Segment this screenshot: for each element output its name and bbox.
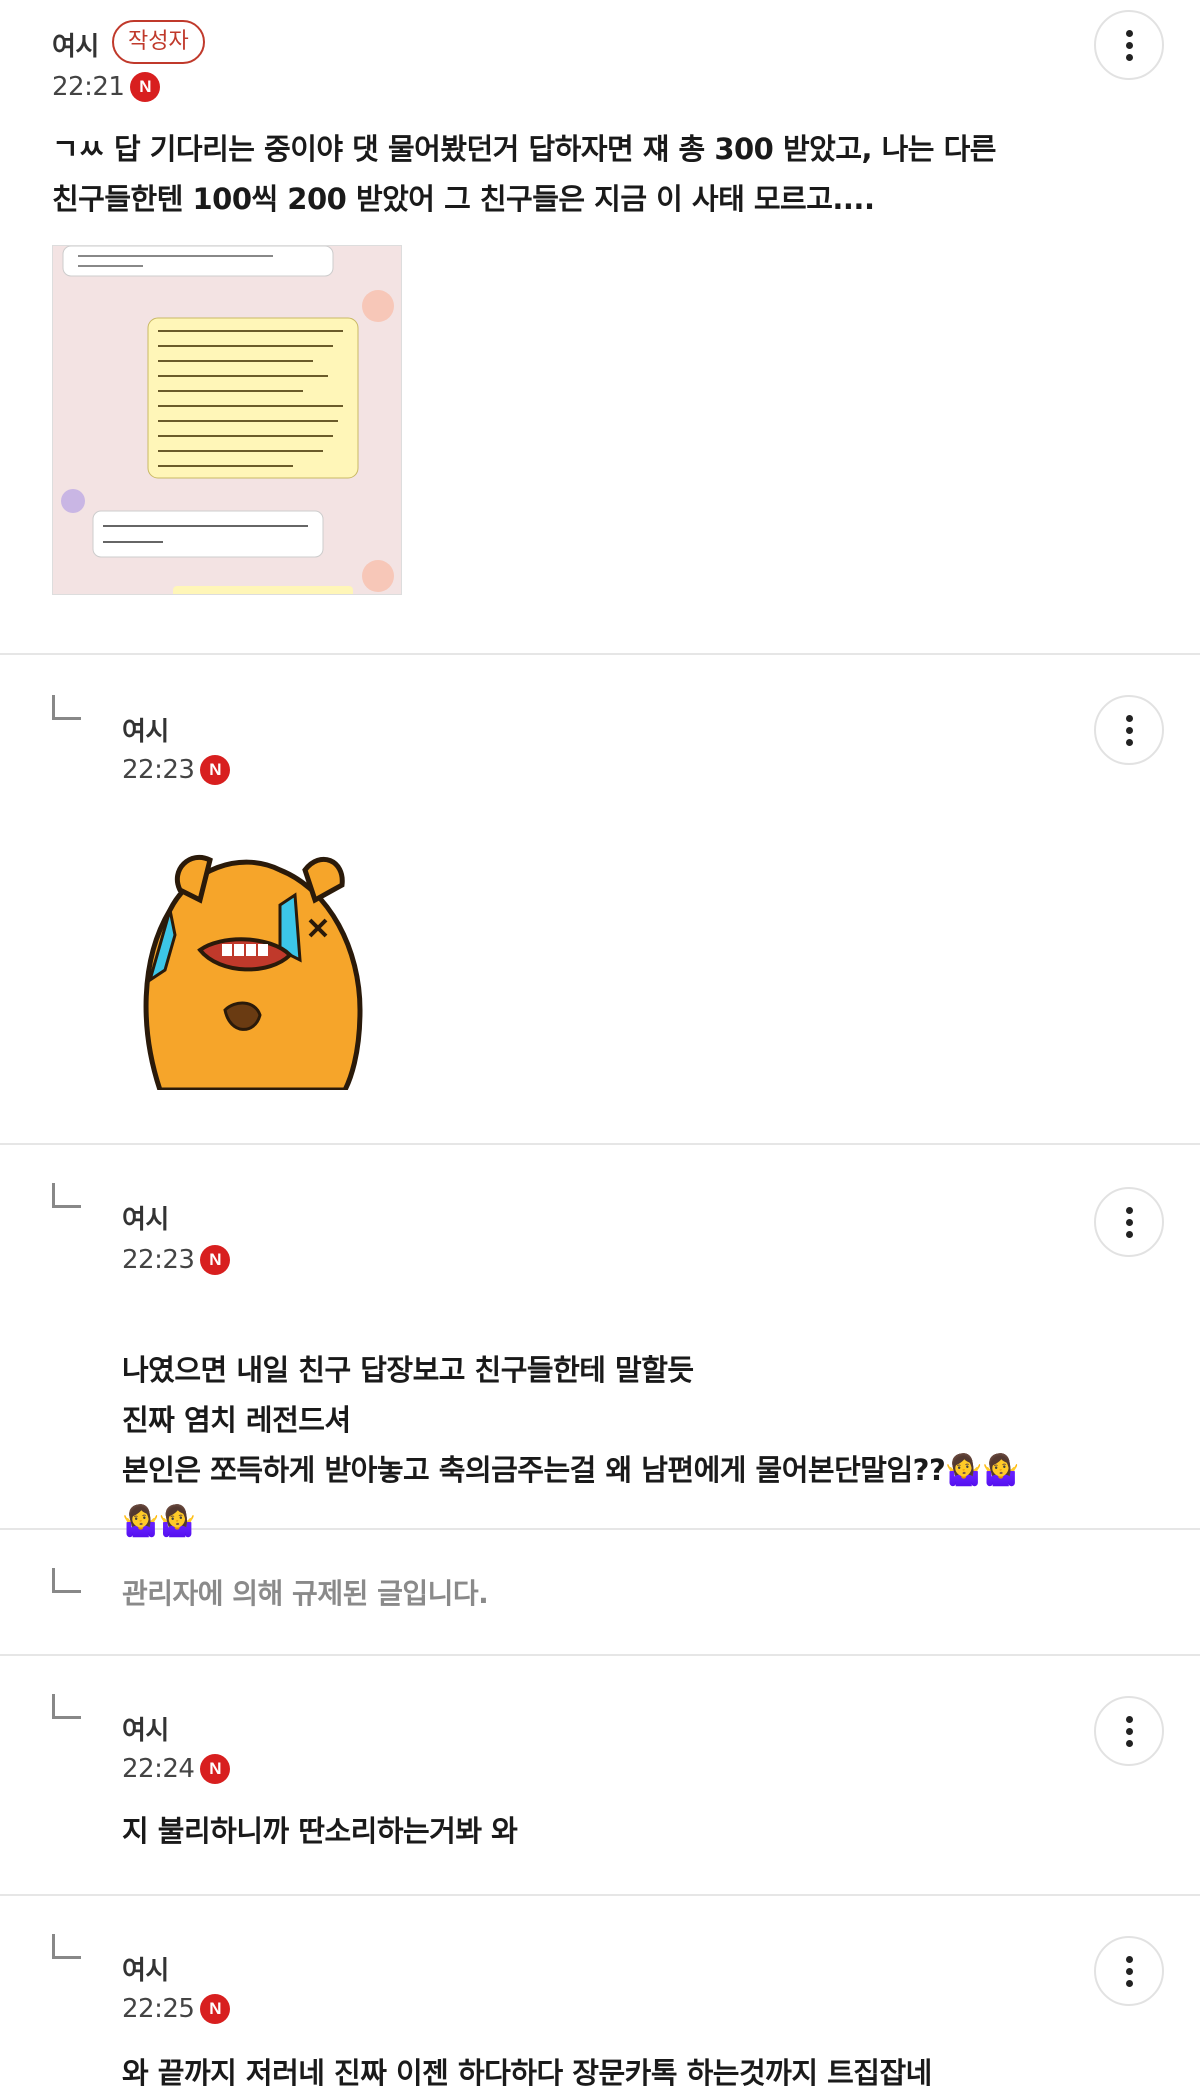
vertical-ellipsis-icon: [1125, 714, 1133, 722]
nickname[interactable]: 여시: [122, 1950, 169, 1987]
new-badge-icon: N: [200, 755, 231, 785]
timestamp: 22:23: [122, 1245, 195, 1275]
vertical-ellipsis-icon: [1125, 1206, 1133, 1214]
more-options-button[interactable]: [1094, 695, 1164, 765]
comment-text-body: 나였으면 내일 친구 답장보고 친구들한테 말할듯 진짜 염치 레전드셔 본인은…: [122, 1353, 946, 1487]
more-options-button[interactable]: [1094, 1696, 1164, 1766]
nickname[interactable]: 여시: [52, 26, 99, 63]
chat-screenshot-image[interactable]: [52, 245, 402, 595]
more-options-button[interactable]: [1094, 10, 1164, 80]
comment-3: 여시 22:23 N 나였으면 내일 친구 답장보고 친구들한테 말할듯 진짜 …: [0, 1145, 1200, 1539]
timestamp: 22:21: [52, 72, 125, 102]
more-options-button[interactable]: [1094, 1187, 1164, 1257]
more-options-button[interactable]: [1094, 1936, 1164, 2006]
timestamp-row: 22:24 N: [122, 1754, 231, 1784]
timestamp: 22:25: [122, 1994, 195, 2024]
crying-character-sticker[interactable]: [130, 840, 380, 1093]
reply-arrow-icon: [52, 1568, 84, 1596]
shrug-emoji: 🤷‍♀️🤷‍♀️: [945, 1453, 1019, 1488]
vertical-ellipsis-icon: [1125, 1715, 1133, 1723]
timestamp-row: 22:25 N: [122, 1994, 231, 2024]
nickname[interactable]: 여시: [122, 711, 169, 748]
timestamp-row: 22:21 N: [52, 72, 161, 102]
comment-text: 와 끝까지 저러네 진짜 이젠 하다하다 장문카톡 하는것까지 트집잡네: [122, 2056, 932, 2090]
nickname[interactable]: 여시: [122, 1199, 169, 1236]
vertical-ellipsis-icon: [1125, 1955, 1133, 1963]
timestamp-row: 22:23 N: [122, 1245, 231, 1275]
comment-6: 여시 22:25 N 와 끝까지 저러네 진짜 이젠 하다하다 장문카톡 하는것…: [0, 1896, 1200, 2092]
comment-text: 나였으면 내일 친구 답장보고 친구들한테 말할듯 진짜 염치 레전드셔 본인은…: [122, 1295, 1162, 1547]
nickname[interactable]: 여시: [122, 1710, 169, 1747]
comment-5: 여시 22:24 N 지 불리하니까 딴소리하는거봐 와: [0, 1656, 1200, 1896]
new-badge-icon: N: [200, 1245, 231, 1275]
reply-arrow-icon: [52, 1694, 84, 1722]
reply-arrow-icon: [52, 1934, 84, 1962]
author-badge: 작성자: [112, 20, 205, 64]
comment-text: ㄱㅆ 답 기다리는 중이야 댓 물어봤던거 답하자면 쟤 총 300 받았고, …: [52, 132, 996, 216]
new-badge-icon: N: [130, 72, 161, 102]
timestamp-row: 22:23 N: [122, 755, 231, 785]
comment-1: 여시 작성자 22:21 N ㄱㅆ 답 기다리는 중이야 댓 물어봤던거 답하자…: [0, 0, 1200, 655]
new-badge-icon: N: [200, 1994, 231, 2024]
blocked-message: 관리자에 의해 규제된 글입니다.: [122, 1577, 489, 1610]
reply-arrow-icon: [52, 695, 84, 723]
reply-arrow-icon: [52, 1183, 84, 1211]
vertical-ellipsis-icon: [1125, 29, 1133, 37]
new-badge-icon: N: [200, 1754, 231, 1784]
timestamp: 22:23: [122, 755, 195, 785]
timestamp: 22:24: [122, 1754, 195, 1784]
comment-4-blocked: 관리자에 의해 규제된 글입니다.: [0, 1530, 1200, 1656]
comment-text: 지 불리하니까 딴소리하는거봐 와: [122, 1814, 518, 1848]
